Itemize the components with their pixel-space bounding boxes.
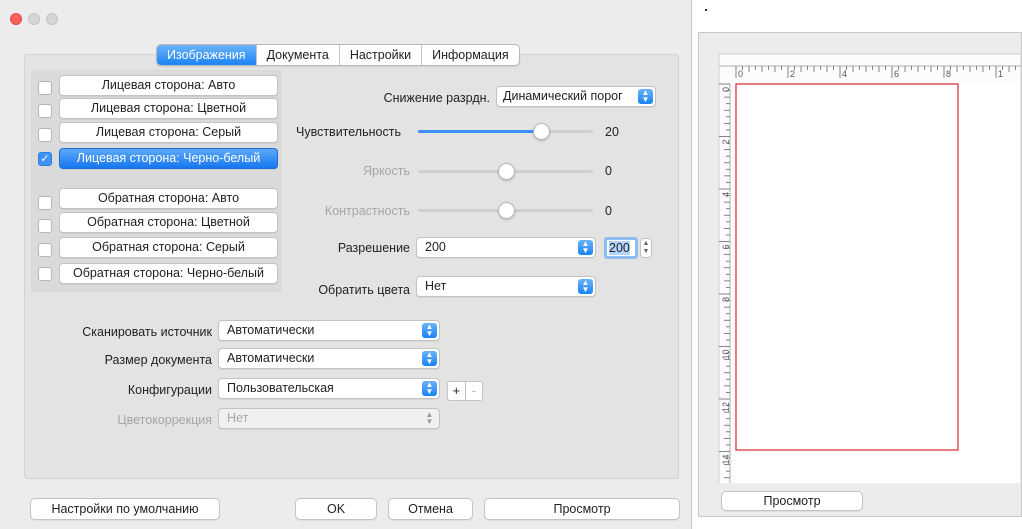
source-value: Автоматически: [227, 323, 315, 337]
colorcorr-label: Цветокоррекция: [117, 413, 212, 427]
ruler-v-label: 4: [721, 192, 731, 197]
ruler-h-label: 2: [790, 69, 795, 79]
ruler-v-label: 12: [721, 402, 731, 412]
side-button-4[interactable]: Обратная сторона: Авто: [59, 188, 278, 209]
remove-config-button[interactable]: -: [466, 382, 483, 400]
ruler-v-label: 2: [721, 140, 731, 145]
invert-value: Нет: [425, 279, 447, 293]
updown-arrows-icon: ▲ ▼: [638, 89, 653, 104]
updown-arrows-icon: ▲ ▼: [578, 240, 593, 255]
sensitivity-fill: [418, 130, 541, 133]
sensitivity-slider[interactable]: [418, 123, 593, 140]
tab-info[interactable]: Информация: [422, 45, 519, 65]
bitdepth-label: Снижение разрдн.: [383, 91, 490, 105]
close-window-button[interactable]: [10, 13, 22, 25]
invert-select[interactable]: Нет ▲ ▼: [416, 276, 596, 297]
config-select[interactable]: Пользовательская ▲ ▼: [218, 378, 440, 399]
updown-arrows-icon: ▲ ▼: [578, 279, 593, 294]
side-button-5[interactable]: Обратная сторона: Цветной: [59, 212, 278, 233]
brightness-slider[interactable]: [418, 163, 593, 180]
side-checkbox-4[interactable]: [38, 196, 52, 210]
sensitivity-value: 20: [605, 125, 619, 139]
ok-button[interactable]: OK: [295, 498, 377, 520]
side-button-3[interactable]: Лицевая сторона: Черно-белый: [59, 148, 278, 169]
resolution-select-value: 200: [425, 240, 446, 254]
colorcorr-value: Нет: [227, 411, 249, 425]
preview-canvas: 024681 02468101214: [718, 53, 1022, 483]
size-select[interactable]: Автоматически ▲ ▼: [218, 348, 440, 369]
side-button-1[interactable]: Лицевая сторона: Цветной: [59, 98, 278, 119]
ruler-h-label: 8: [946, 69, 951, 79]
ruler-v-label: 14: [721, 455, 731, 465]
contrast-slider[interactable]: [418, 202, 593, 219]
colorcorr-select[interactable]: Нет ▲ ▼: [218, 408, 440, 429]
preview-window: 024681 0 2 4 6 8 10 12 14 Просмотр: [698, 32, 1022, 517]
updown-arrows-icon: ▲ ▼: [422, 381, 437, 396]
bitdepth-value: Динамический порог: [503, 89, 623, 103]
resolution-field[interactable]: 200: [604, 237, 638, 259]
ruler-h-label: 4: [842, 69, 847, 79]
scanner-settings-window: Изображения Документа Настройки Информац…: [0, 0, 692, 529]
updown-arrows-icon: ▲ ▼: [422, 323, 437, 338]
size-label: Размер документа: [104, 353, 212, 367]
ruler-h-label: 1: [998, 69, 1003, 79]
contrast-label: Контрастность: [324, 204, 410, 218]
updown-arrows-icon: ▲ ▼: [425, 410, 434, 426]
side-button-2[interactable]: Лицевая сторона: Серый: [59, 122, 278, 143]
config-value: Пользовательская: [227, 381, 334, 395]
side-checkbox-5[interactable]: [38, 219, 52, 233]
resolution-select[interactable]: 200 ▲ ▼: [416, 237, 596, 258]
defaults-button[interactable]: Настройки по умолчанию: [30, 498, 220, 520]
tab-document[interactable]: Документа: [257, 45, 340, 65]
side-checkbox-0[interactable]: [38, 81, 52, 95]
zoom-window-button[interactable]: [46, 13, 58, 25]
side-button-6[interactable]: Обратная сторона: Серый: [59, 237, 278, 258]
preview-area: [736, 84, 1020, 483]
side-button-0[interactable]: Лицевая сторона: Авто: [59, 75, 278, 96]
preview-button[interactable]: Просмотр: [484, 498, 680, 520]
updown-arrows-icon: ▲ ▼: [422, 351, 437, 366]
tab-bar: Изображения Документа Настройки Информац…: [156, 44, 520, 66]
ruler-v-label: 8: [721, 297, 731, 302]
preview-window-button[interactable]: Просмотр: [721, 491, 863, 511]
minimize-window-button[interactable]: [28, 13, 40, 25]
brightness-value: 0: [605, 164, 612, 178]
ruler-v-label: 0: [721, 87, 731, 92]
ruler-v-label: 6: [721, 245, 731, 250]
ruler-h-label: 0: [738, 69, 743, 79]
resolution-field-value: 200: [609, 241, 630, 255]
bitdepth-select[interactable]: Динамический порог ▲ ▼: [496, 86, 656, 107]
side-checkbox-3[interactable]: ✓: [38, 152, 52, 166]
config-add-remove: + -: [447, 381, 483, 401]
side-checkbox-6[interactable]: [38, 243, 52, 257]
source-label: Сканировать источник: [82, 325, 212, 339]
tab-images[interactable]: Изображения: [157, 45, 257, 65]
add-config-button[interactable]: +: [448, 382, 466, 400]
source-select[interactable]: Автоматически ▲ ▼: [218, 320, 440, 341]
cancel-button[interactable]: Отмена: [388, 498, 473, 520]
contrast-knob[interactable]: [497, 202, 515, 219]
side-checkbox-1[interactable]: [38, 104, 52, 118]
ruler-v-label: 10: [721, 350, 731, 360]
side-button-7[interactable]: Обратная сторона: Черно-белый: [59, 263, 278, 284]
side-checkbox-2[interactable]: [38, 128, 52, 142]
config-label: Конфигурации: [127, 383, 212, 397]
resolution-label: Разрешение: [337, 241, 410, 255]
sensitivity-knob[interactable]: [532, 123, 550, 140]
brightness-label: Яркость: [362, 164, 410, 178]
resolution-stepper[interactable]: ▲ ▼: [640, 238, 652, 258]
invert-label: Обратить цвета: [318, 283, 410, 297]
stray-mark: [705, 9, 707, 11]
tab-settings[interactable]: Настройки: [340, 45, 423, 65]
brightness-knob[interactable]: [497, 163, 515, 180]
contrast-value: 0: [605, 204, 612, 218]
sensitivity-label: Чувствительность: [296, 125, 401, 139]
checkmark-icon: ✓: [40, 153, 50, 165]
side-checkbox-7[interactable]: [38, 267, 52, 281]
size-value: Автоматически: [227, 351, 315, 365]
ruler-h-label: 6: [894, 69, 899, 79]
